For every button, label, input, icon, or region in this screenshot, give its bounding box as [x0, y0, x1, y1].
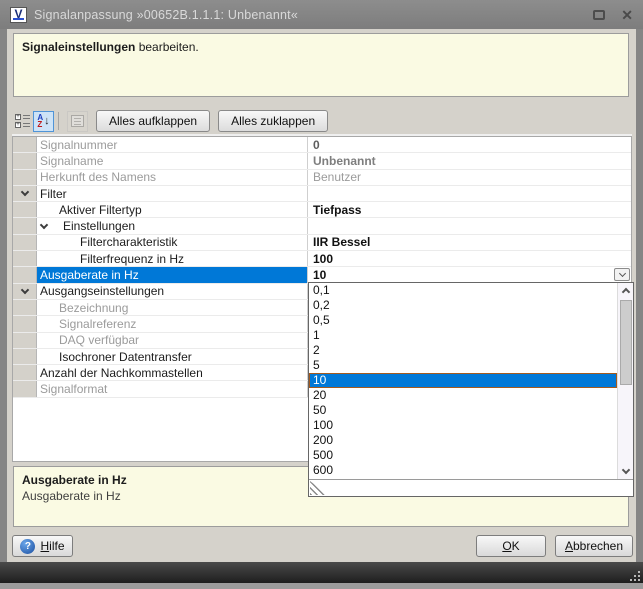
property-value[interactable]: Unbenannt: [308, 153, 631, 168]
status-bar: [0, 562, 643, 583]
title-bar[interactable]: V Signalanpassung »00652B.1.1.1: Unbenan…: [0, 0, 643, 29]
property-value[interactable]: 10: [308, 267, 631, 282]
row-gutter: [13, 349, 37, 364]
property-row[interactable]: Signalnummer0: [13, 137, 631, 153]
collapse-chevron-icon[interactable]: [40, 220, 48, 228]
property-value[interactable]: 100: [308, 251, 631, 266]
row-gutter: [13, 365, 37, 380]
property-label: Signalnummer: [37, 137, 308, 152]
row-gutter: [13, 381, 37, 396]
property-row[interactable]: Einstellungen: [13, 218, 631, 234]
info-banner: Signaleinstellungen bearbeiten.: [13, 33, 629, 97]
property-label: Ausgangseinstellungen: [37, 284, 308, 299]
categorized-view-icon[interactable]: + +: [12, 111, 33, 132]
property-label: Bezeichnung: [37, 300, 308, 315]
maximize-icon[interactable]: [593, 10, 605, 20]
property-value[interactable]: 0: [308, 137, 631, 152]
property-row[interactable]: Herkunft des NamensBenutzer: [13, 170, 631, 186]
property-label: Isochroner Datentransfer: [37, 349, 308, 364]
dropdown-item[interactable]: 5: [309, 358, 617, 373]
row-gutter: [13, 235, 37, 250]
property-value[interactable]: Benutzer: [308, 170, 631, 185]
property-value[interactable]: [308, 186, 631, 201]
dropdown-item[interactable]: 0,5: [309, 313, 617, 328]
app-icon: V: [10, 7, 27, 23]
combo-dropdown-button[interactable]: [614, 268, 630, 281]
toolbar-separator: [58, 112, 59, 130]
property-label: Einstellungen: [37, 218, 308, 233]
property-label: Signalname: [37, 153, 308, 168]
dropdown-item[interactable]: 20: [309, 388, 617, 403]
property-row[interactable]: Aktiver FiltertypTiefpass: [13, 202, 631, 218]
property-value[interactable]: IIR Bessel: [308, 235, 631, 250]
row-gutter: [13, 137, 37, 152]
row-gutter: [13, 251, 37, 266]
row-gutter: [13, 333, 37, 348]
window-title: Signalanpassung »00652B.1.1.1: Unbenannt…: [34, 8, 298, 22]
window-bottom-edge: [0, 583, 643, 589]
collapse-all-button[interactable]: Alles zuklappen: [218, 110, 328, 132]
help-icon: ?: [20, 539, 35, 554]
row-gutter: [13, 170, 37, 185]
signal-adjustment-dialog: V Signalanpassung »00652B.1.1.1: Unbenan…: [0, 0, 643, 589]
close-icon[interactable]: ✕: [621, 8, 633, 22]
property-label: Aktiver Filtertyp: [37, 202, 308, 217]
dropdown-item[interactable]: 200: [309, 433, 617, 448]
alphabetical-sort-icon[interactable]: AZ ↓: [33, 111, 54, 132]
window-resize-grip-icon[interactable]: [627, 568, 640, 581]
info-banner-bold: Signaleinstellungen: [22, 40, 135, 54]
dropdown-item[interactable]: 10: [309, 373, 617, 388]
property-label: Filter: [37, 186, 308, 201]
collapse-chevron-icon[interactable]: [20, 188, 28, 196]
collapse-chevron-icon[interactable]: [20, 286, 28, 294]
property-row[interactable]: Filterfrequenz in Hz100: [13, 251, 631, 267]
property-label: Signalreferenz: [37, 316, 308, 331]
dropdown-item[interactable]: 0,2: [309, 298, 617, 313]
info-banner-rest: bearbeiten.: [135, 40, 198, 54]
property-row[interactable]: FiltercharakteristikIIR Bessel: [13, 235, 631, 251]
property-pages-icon: [67, 111, 88, 132]
row-gutter: [13, 202, 37, 217]
property-label: Anzahl der Nachkommastellen: [37, 365, 308, 380]
scrollbar-thumb[interactable]: [620, 300, 632, 385]
dropdown-item[interactable]: 1000: [309, 478, 617, 479]
rate-dropdown-list: 0,10,20,51251020501002005006001000: [308, 282, 634, 497]
property-value[interactable]: Tiefpass: [308, 202, 631, 217]
dropdown-item[interactable]: 2: [309, 343, 617, 358]
property-label: DAQ verfügbar: [37, 333, 308, 348]
row-gutter: [13, 284, 37, 299]
property-label: Signalformat: [37, 381, 308, 396]
dropdown-item[interactable]: 0,1: [309, 283, 617, 298]
property-label: Filtercharakteristik: [37, 235, 308, 250]
dropdown-item[interactable]: 1: [309, 328, 617, 343]
property-row[interactable]: SignalnameUnbenannt: [13, 153, 631, 169]
property-label: Filterfrequenz in Hz: [37, 251, 308, 266]
scroll-up-icon[interactable]: [618, 283, 634, 298]
toolbar: + + AZ ↓ Alles aufklappen Alles zuklappe…: [12, 109, 328, 133]
resize-grip-icon[interactable]: [310, 481, 328, 495]
row-gutter: [13, 218, 37, 233]
chevron-down-icon: [618, 270, 625, 277]
dropdown-scrollbar[interactable]: [617, 283, 633, 479]
dropdown-items: 0,10,20,51251020501002005006001000: [309, 283, 617, 479]
cancel-button[interactable]: Abbrechen: [555, 535, 633, 557]
row-gutter: [13, 186, 37, 201]
row-gutter: [13, 300, 37, 315]
scroll-down-icon[interactable]: [618, 464, 634, 479]
dropdown-item[interactable]: 600: [309, 463, 617, 478]
dropdown-resize-strip[interactable]: [309, 480, 633, 496]
dropdown-item[interactable]: 100: [309, 418, 617, 433]
dropdown-item[interactable]: 500: [309, 448, 617, 463]
property-value[interactable]: [308, 218, 631, 233]
property-label: Ausgaberate in Hz: [37, 267, 308, 282]
row-gutter: [13, 153, 37, 168]
row-gutter: [13, 316, 37, 331]
property-row[interactable]: Filter: [13, 186, 631, 202]
row-gutter: [13, 267, 37, 282]
expand-all-button[interactable]: Alles aufklappen: [96, 110, 210, 132]
property-label: Herkunft des Namens: [37, 170, 308, 185]
help-button[interactable]: ? Hilfe: [12, 535, 73, 557]
ok-button[interactable]: OK: [476, 535, 546, 557]
dropdown-item[interactable]: 50: [309, 403, 617, 418]
